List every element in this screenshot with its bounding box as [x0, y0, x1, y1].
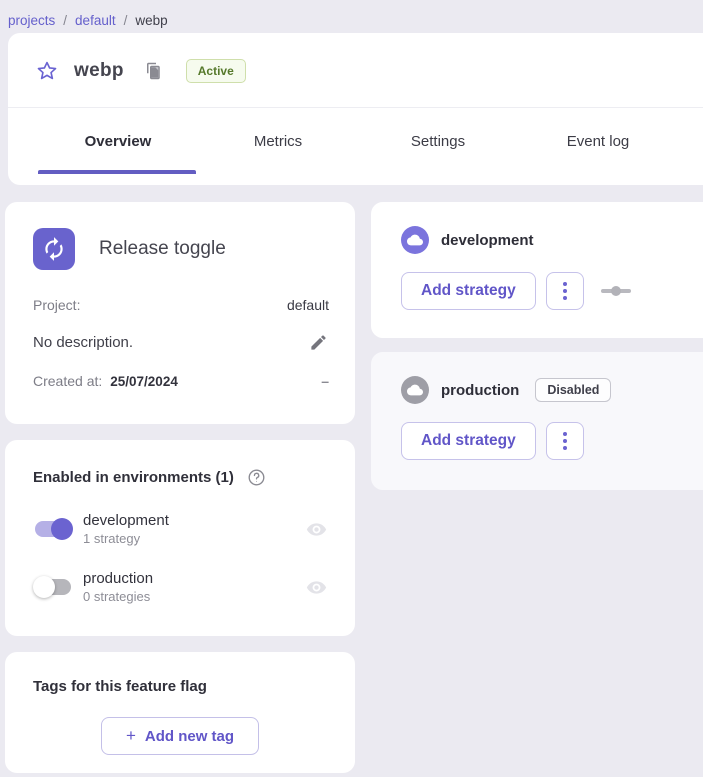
active-tab-indicator [38, 170, 196, 174]
visibility-eye-icon[interactable] [305, 518, 327, 540]
env-summary-row-production: production 0 strategies [33, 570, 327, 604]
disabled-badge: Disabled [535, 378, 611, 402]
strategy-connector-line [601, 289, 631, 293]
description-text: No description. [33, 334, 133, 351]
env-name: production [83, 570, 153, 587]
cloud-environment-icon [401, 376, 429, 404]
main-content: Release toggle Project: default No descr… [5, 202, 703, 773]
add-new-tag-label: Add new tag [145, 728, 234, 745]
page-title: webp [74, 60, 124, 82]
add-strategy-button[interactable]: Add strategy [401, 272, 536, 310]
flag-type-card: Release toggle Project: default No descr… [5, 202, 355, 424]
visibility-eye-icon[interactable] [305, 576, 327, 598]
status-badge: Active [186, 59, 246, 83]
plus-icon: + [126, 726, 136, 746]
tab-event-log[interactable]: Event log [518, 108, 678, 174]
empty-value-dash: – [321, 373, 329, 389]
breadcrumb-separator: / [124, 13, 128, 28]
toggle-production[interactable] [33, 575, 73, 599]
tab-settings[interactable]: Settings [358, 108, 518, 174]
created-at-value: 25/07/2024 [110, 374, 178, 389]
env-strategy-count: 1 strategy [83, 531, 169, 546]
flag-type-title: Release toggle [99, 238, 226, 260]
env-strategy-count: 0 strategies [83, 589, 153, 604]
tags-card: Tags for this feature flag + Add new tag [5, 652, 355, 773]
feature-flag-page: projects / default / webp webp Active [0, 0, 703, 777]
environment-name: production [441, 382, 519, 399]
feature-header-card: webp Active Overview Metrics Settings [8, 33, 703, 185]
edit-description-icon[interactable] [307, 331, 329, 353]
tab-bar: Overview Metrics Settings Event log [8, 108, 703, 174]
created-at: Created at: 25/07/2024 [33, 373, 178, 389]
favorite-star-icon[interactable] [36, 60, 58, 82]
env-name: development [83, 512, 169, 529]
tab-overview[interactable]: Overview [38, 108, 198, 174]
copy-icon[interactable] [144, 62, 162, 80]
breadcrumb-link-projects[interactable]: projects [8, 13, 55, 28]
environment-card-header: production Disabled [401, 376, 703, 404]
created-at-row: Created at: 25/07/2024 – [33, 373, 329, 389]
env-summary-texts: production 0 strategies [83, 570, 153, 604]
env-summary-texts: development 1 strategy [83, 512, 169, 546]
breadcrumb-separator: / [63, 13, 67, 28]
add-strategy-button[interactable]: Add strategy [401, 422, 536, 460]
toggle-thumb [33, 576, 55, 598]
breadcrumb-current: webp [135, 13, 167, 28]
tags-heading: Tags for this feature flag [33, 678, 327, 695]
title-row: webp Active [8, 33, 703, 107]
environments-summary-heading: Enabled in environments (1) [33, 469, 234, 486]
right-column: development Add strategy production [371, 202, 703, 773]
toggle-development[interactable] [33, 517, 73, 541]
environment-card-header: development [401, 226, 703, 254]
environment-name: development [441, 232, 534, 249]
tab-label: Overview [85, 133, 152, 150]
environments-summary-header: Enabled in environments (1) [33, 466, 327, 488]
left-column: Release toggle Project: default No descr… [5, 202, 355, 773]
environment-card-production: production Disabled Add strategy [371, 352, 703, 490]
tab-label: Event log [567, 133, 630, 150]
cloud-environment-icon [401, 226, 429, 254]
project-row: Project: default [33, 297, 329, 313]
release-toggle-icon [33, 228, 75, 270]
environments-summary-card: Enabled in environments (1) [5, 440, 355, 636]
help-icon[interactable] [246, 466, 268, 488]
toggle-thumb [51, 518, 73, 540]
environment-actions: Add strategy [401, 422, 703, 460]
add-new-tag-button[interactable]: + Add new tag [101, 717, 259, 755]
description-row: No description. [33, 331, 329, 353]
more-actions-kebab-icon[interactable] [546, 422, 584, 460]
tab-label: Metrics [254, 133, 302, 150]
environment-actions: Add strategy [401, 272, 703, 310]
environment-card-development: development Add strategy [371, 202, 703, 338]
flag-type-header: Release toggle [33, 228, 329, 270]
tab-metrics[interactable]: Metrics [198, 108, 358, 174]
env-summary-row-development: development 1 strategy [33, 512, 327, 546]
breadcrumb-link-default[interactable]: default [75, 13, 116, 28]
project-value: default [287, 297, 329, 313]
project-label: Project: [33, 297, 80, 313]
created-at-label: Created at: [33, 373, 102, 389]
breadcrumb: projects / default / webp [0, 0, 703, 33]
more-actions-kebab-icon[interactable] [546, 272, 584, 310]
tab-label: Settings [411, 133, 465, 150]
